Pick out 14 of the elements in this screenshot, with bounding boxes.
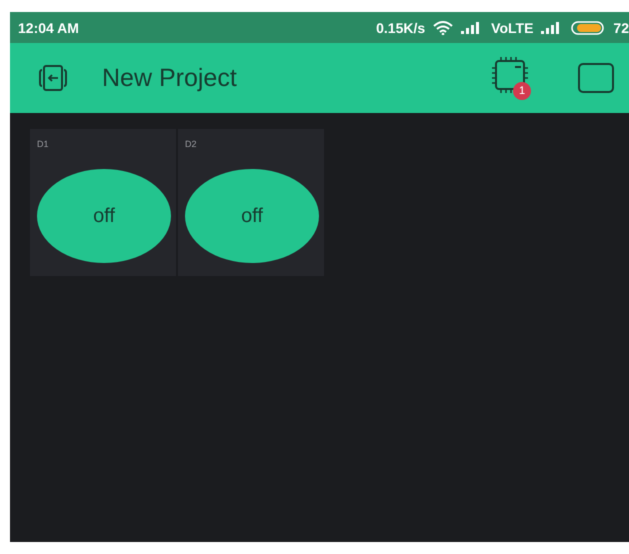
exit-icon[interactable] xyxy=(38,63,68,93)
network-type: VoLTE xyxy=(491,20,534,36)
wifi-icon xyxy=(433,20,454,34)
network-speed: 0.15K/s xyxy=(376,20,426,36)
pin-label: D2 xyxy=(185,139,198,149)
status-time: 12:04 AM xyxy=(18,20,79,36)
toggle-button[interactable]: off xyxy=(185,169,319,263)
battery-icon xyxy=(571,20,606,34)
notification-badge: 1 xyxy=(513,82,531,100)
toggle-button[interactable]: off xyxy=(37,169,171,263)
square-icon[interactable] xyxy=(577,62,615,94)
pin-label: D1 xyxy=(37,139,50,149)
battery-percent: 72 xyxy=(613,20,629,36)
project-title: New Project xyxy=(102,64,238,92)
